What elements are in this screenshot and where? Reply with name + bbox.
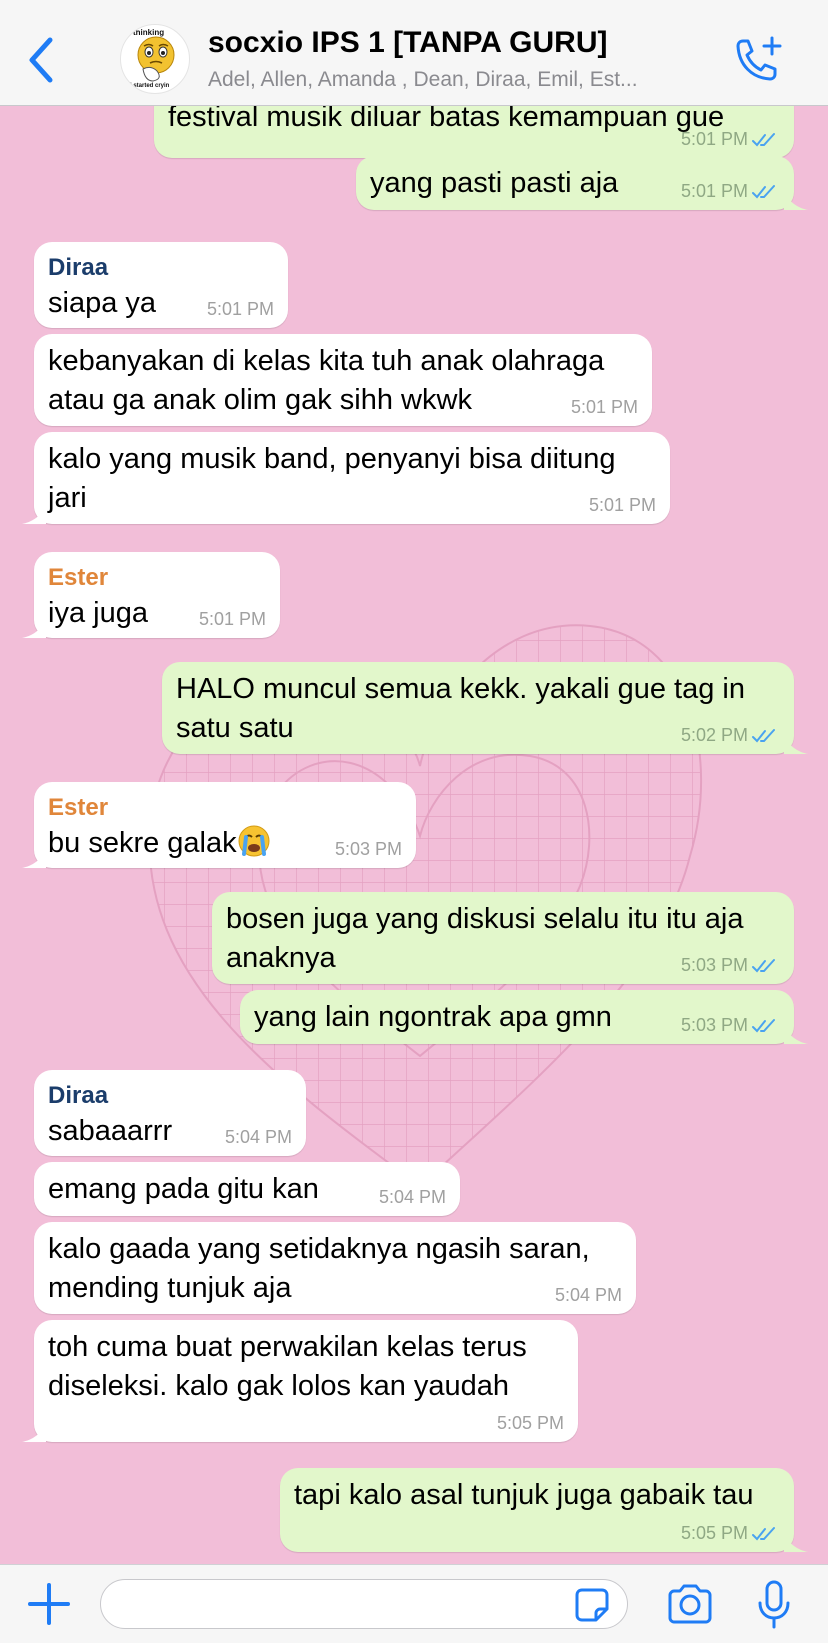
message-incoming[interactable]: kebanyakan di kelas kita tuh anak olahra… <box>34 334 652 426</box>
message-timestamp: 5:01 PM <box>681 129 778 150</box>
read-ticks-icon <box>752 959 775 973</box>
message-timestamp: 5:01 PM <box>570 397 638 417</box>
group-avatar[interactable]: thinking I started cryin <box>120 24 190 94</box>
composer-bar <box>0 1564 828 1643</box>
message-incoming[interactable]: Ester bu sekre galak 5:03 PM <box>22 782 416 868</box>
message-incoming[interactable]: Diraa siapa ya 5:01 PM <box>34 242 288 328</box>
read-ticks-icon <box>752 133 775 147</box>
bubble-tail <box>22 848 46 868</box>
message-timestamp: 5:05 PM <box>681 1523 778 1544</box>
message-timestamp: 5:01 PM <box>681 181 778 202</box>
message-timestamp: 5:03 PM <box>681 955 778 976</box>
bubble-tail <box>784 1532 808 1552</box>
add-call-button[interactable] <box>730 36 786 86</box>
voice-message-button[interactable] <box>756 1579 792 1631</box>
message-text: kebanyakan di kelas kita tuh anak olahra… <box>48 345 605 416</box>
message-incoming[interactable]: toh cuma buat perwakilan kelas terus dis… <box>22 1320 578 1442</box>
message-incoming[interactable]: Diraa sabaaarrr 5:04 PM <box>34 1070 306 1156</box>
microphone-icon <box>758 1580 790 1629</box>
thinking-emoji-icon <box>137 36 175 82</box>
chat-header: thinking I started cryin socxio IPS 1 [T… <box>0 0 828 106</box>
sender-name[interactable]: Ester <box>48 564 266 592</box>
message-outgoing[interactable]: HALO muncul semua kekk. yakali gue tag i… <box>162 662 808 754</box>
message-timestamp: 5:01 PM <box>206 299 274 319</box>
camera-icon <box>668 1584 712 1624</box>
message-input[interactable] <box>100 1579 628 1629</box>
read-ticks-icon <box>752 1019 775 1033</box>
plus-icon <box>28 1583 70 1625</box>
chevron-left-icon <box>29 37 53 83</box>
bubble-tail <box>22 1422 46 1442</box>
message-timestamp: 5:02 PM <box>681 725 778 746</box>
message-incoming[interactable]: kalo gaada yang setidaknya ngasih saran,… <box>34 1222 636 1314</box>
sticker-icon <box>575 1588 609 1622</box>
message-incoming[interactable]: emang pada gitu kan 5:04 PM <box>34 1162 460 1216</box>
bubble-tail <box>784 1024 808 1044</box>
message-outgoing[interactable]: bosen juga yang diskusi selalu itu itu a… <box>212 892 794 984</box>
message-outgoing[interactable]: yang lain ngontrak apa gmn 5:03 PM <box>240 990 808 1044</box>
read-ticks-icon <box>752 185 775 199</box>
chat-title[interactable]: socxio IPS 1 [TANPA GURU] <box>208 26 608 60</box>
message-outgoing[interactable]: tapi kalo asal tunjuk juga gabaik tau 5:… <box>280 1468 808 1552</box>
bubble-tail <box>22 504 46 524</box>
bubble-tail <box>784 190 808 210</box>
bubble-tail <box>784 734 808 754</box>
message-incoming[interactable]: kalo yang musik band, penyanyi bisa diit… <box>22 432 670 524</box>
avatar-caption-bottom: I started cryin <box>130 83 170 89</box>
message-timestamp: 5:03 PM <box>681 1015 778 1036</box>
read-ticks-icon <box>752 1527 775 1541</box>
sender-name[interactable]: Ester <box>48 794 402 822</box>
message-timestamp: 5:04 PM <box>378 1187 446 1207</box>
sender-name[interactable]: Diraa <box>48 1082 292 1110</box>
chat-participants[interactable]: Adel, Allen, Amanda , Dean, Diraa, Emil,… <box>208 68 708 92</box>
sender-name[interactable]: Diraa <box>48 254 274 282</box>
message-incoming[interactable]: Ester iya juga 5:01 PM <box>22 552 280 638</box>
message-timestamp: 5:01 PM <box>198 609 266 629</box>
message-text: toh cuma buat perwakilan kelas terus dis… <box>48 1331 527 1402</box>
message-timestamp: 5:04 PM <box>224 1127 292 1147</box>
message-timestamp: 5:03 PM <box>334 839 402 859</box>
attach-button[interactable] <box>26 1581 72 1627</box>
message-text: tapi kalo asal tunjuk juga gabaik tau <box>294 1479 754 1511</box>
message-text: kalo yang musik band, penyanyi bisa diit… <box>48 443 616 514</box>
phone-plus-icon <box>736 36 782 81</box>
read-ticks-icon <box>752 729 775 743</box>
back-button[interactable] <box>20 30 64 90</box>
sticker-button[interactable] <box>574 1587 610 1623</box>
message-text: kalo gaada yang setidaknya ngasih saran,… <box>48 1233 590 1304</box>
message-timestamp: 5:01 PM <box>588 495 656 515</box>
camera-button[interactable] <box>666 1583 714 1625</box>
message-list[interactable]: festival musik diluar batas kemampuan gu… <box>0 106 828 1564</box>
message-timestamp: 5:05 PM <box>496 1413 564 1433</box>
message-outgoing[interactable]: festival musik diluar batas kemampuan gu… <box>154 106 794 158</box>
bubble-tail <box>22 618 46 638</box>
crying-face-icon <box>238 825 270 857</box>
message-timestamp: 5:04 PM <box>554 1285 622 1305</box>
message-outgoing[interactable]: yang pasti pasti aja 5:01 PM <box>356 156 808 210</box>
